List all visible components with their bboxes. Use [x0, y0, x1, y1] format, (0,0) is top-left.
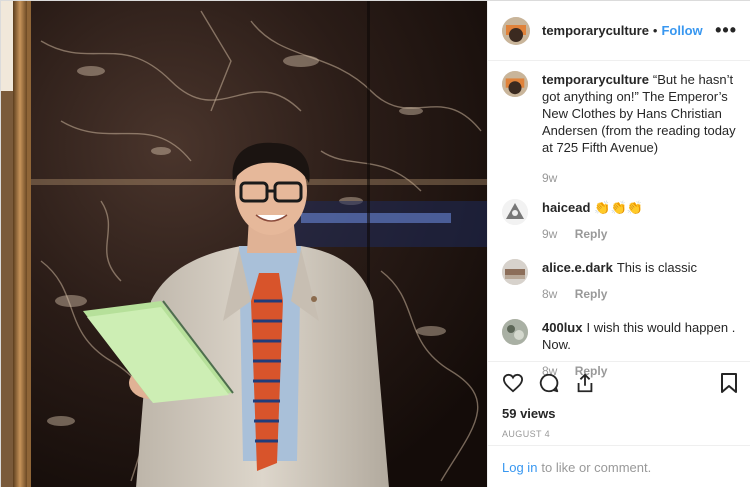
- comment-bubble-icon[interactable]: [538, 372, 560, 394]
- post-date[interactable]: AUGUST 4: [502, 429, 738, 439]
- reply-button[interactable]: Reply: [575, 287, 608, 301]
- reply-button[interactable]: Reply: [575, 227, 608, 241]
- post-video[interactable]: [1, 1, 487, 487]
- caption-username[interactable]: temporaryculture: [542, 72, 649, 87]
- header-separator: •: [652, 23, 658, 38]
- caption-avatar[interactable]: [502, 71, 528, 97]
- comment-meta: 8w Reply: [542, 286, 697, 303]
- avatar-image: [502, 71, 528, 97]
- login-suffix: to like or comment.: [541, 459, 652, 475]
- comment-time[interactable]: 8w: [542, 287, 557, 301]
- login-link[interactable]: Log in: [502, 460, 537, 475]
- avatar-image: [502, 259, 528, 285]
- comments-list: temporaryculture “But he hasn’t got anyth…: [488, 71, 750, 380]
- comment-meta: 9w Reply: [542, 226, 643, 243]
- author-avatar[interactable]: [502, 16, 530, 45]
- post-header: temporaryculture • Follow •••: [488, 1, 750, 61]
- caption-meta: 9w: [542, 170, 737, 187]
- caption: temporaryculture “But he hasn’t got anyth…: [502, 71, 737, 187]
- caption-time[interactable]: 9w: [542, 171, 557, 185]
- heart-icon[interactable]: [502, 373, 524, 393]
- view-count[interactable]: 59 views: [502, 406, 738, 421]
- follow-button[interactable]: Follow: [661, 23, 702, 38]
- bookmark-icon[interactable]: [720, 372, 738, 394]
- comment-username[interactable]: 400lux: [542, 320, 582, 335]
- comment-item: alice.e.dark This is classic 8w Reply: [502, 259, 737, 303]
- caption-body: temporaryculture “But he hasn’t got anyth…: [542, 71, 737, 187]
- comment-avatar[interactable]: [502, 319, 528, 345]
- comment-username[interactable]: alice.e.dark: [542, 260, 613, 275]
- author-username[interactable]: temporaryculture: [542, 23, 649, 38]
- share-icon[interactable]: [574, 372, 596, 394]
- comment-text: 👏👏👏: [594, 200, 643, 215]
- comment-text: This is classic: [616, 260, 698, 275]
- comment-body: haicead 👏👏👏 9w Reply: [542, 199, 643, 243]
- more-options-icon[interactable]: •••: [715, 20, 737, 41]
- avatar-image: [502, 16, 530, 45]
- comment-avatar[interactable]: [502, 199, 528, 225]
- post-image: [1, 1, 487, 487]
- comment-avatar[interactable]: [502, 259, 528, 285]
- comment-time[interactable]: 9w: [542, 227, 557, 241]
- comment-body: alice.e.dark This is classic 8w Reply: [542, 259, 697, 303]
- post-actions: 59 views AUGUST 4: [488, 361, 750, 439]
- comment-username[interactable]: haicead: [542, 200, 590, 215]
- post-side-panel: temporaryculture • Follow ••• temporaryc…: [487, 1, 750, 487]
- avatar-image: [502, 319, 528, 345]
- instagram-post: temporaryculture • Follow ••• temporaryc…: [0, 0, 750, 487]
- comment-item: haicead 👏👏👏 9w Reply: [502, 199, 737, 243]
- action-icons: [502, 372, 738, 394]
- login-prompt: Log in to like or comment.: [488, 445, 750, 487]
- avatar-image: [502, 199, 528, 225]
